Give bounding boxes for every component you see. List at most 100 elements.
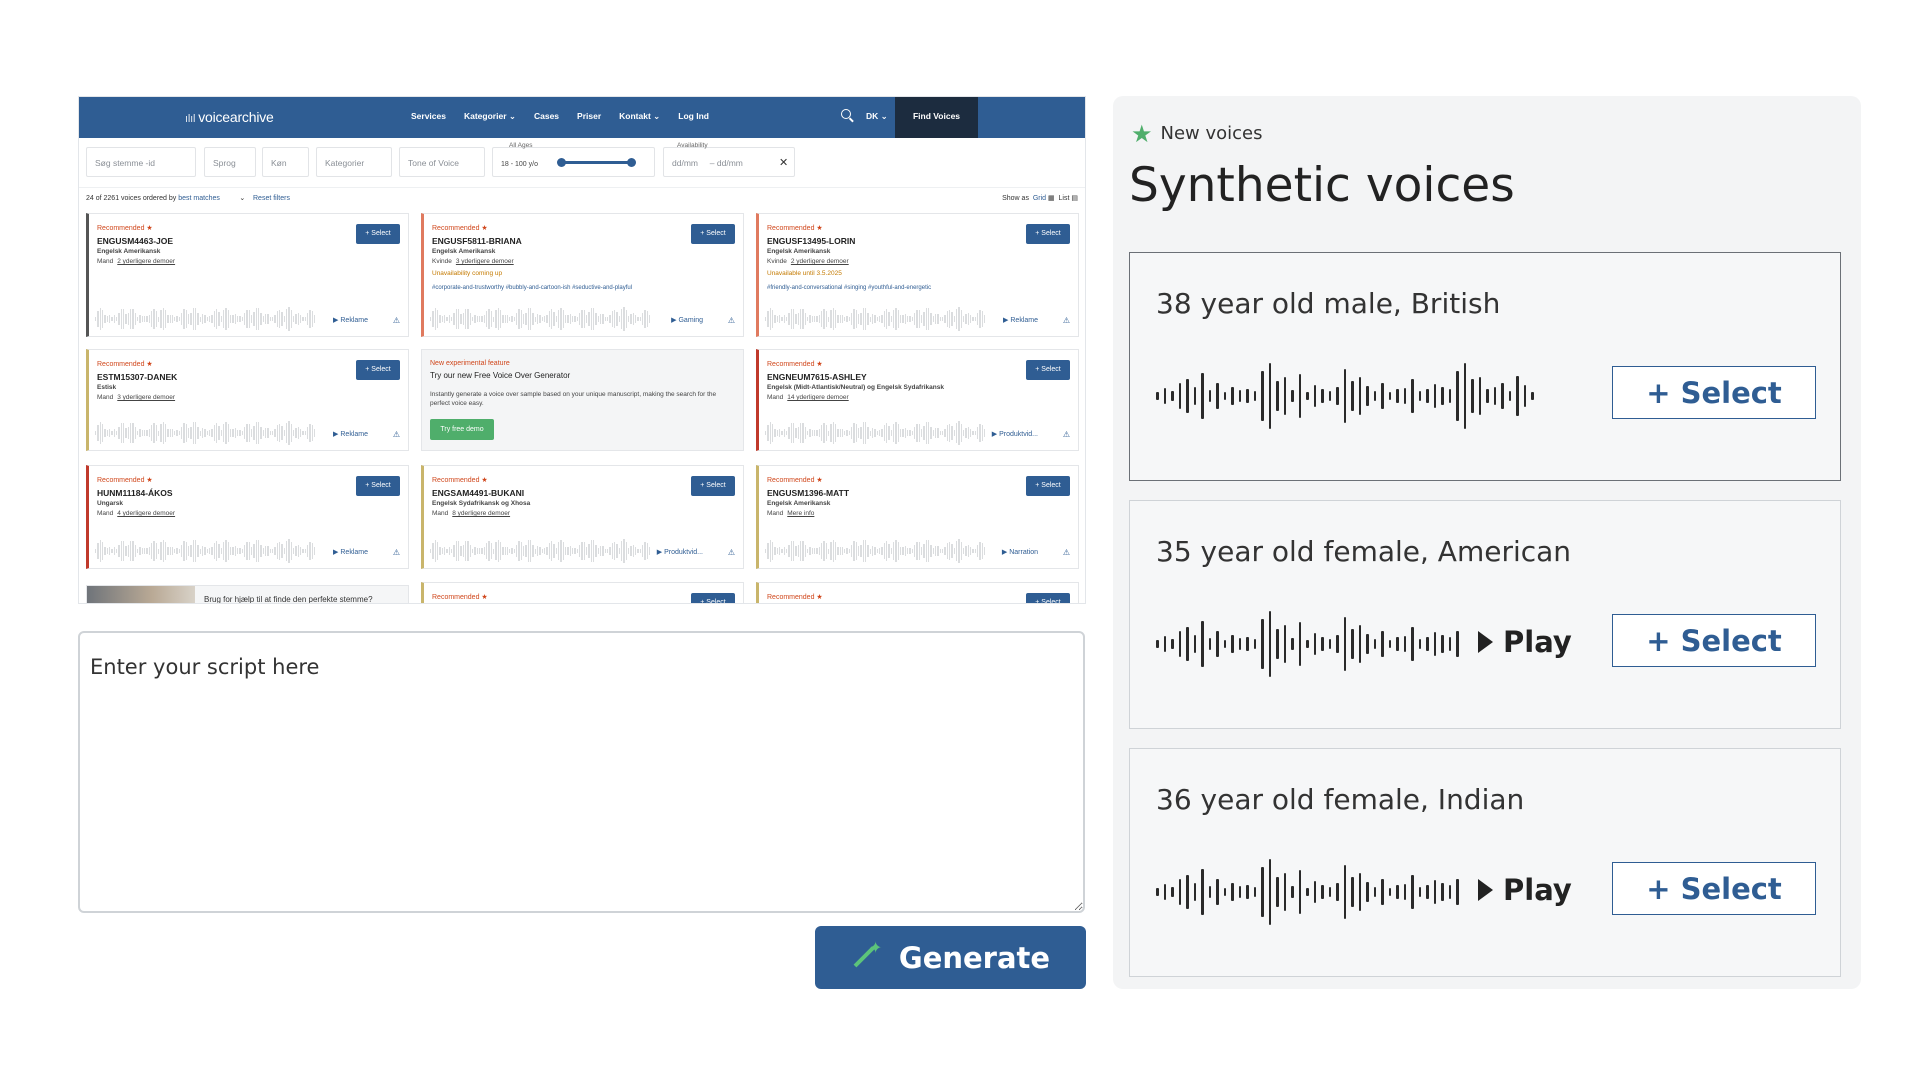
order-select[interactable]: best matches xyxy=(178,195,220,202)
gender-filter[interactable]: Køn xyxy=(262,147,309,177)
voice-tags: #corporate-and-trustworthy #bubbly-and-c… xyxy=(432,285,633,291)
select-button[interactable]: + Select xyxy=(691,593,735,603)
voice-card[interactable]: Recommended ENGUSM4463-JOE Engelsk Amerika… xyxy=(86,213,409,337)
select-button[interactable]: + Select xyxy=(1612,366,1816,419)
select-button[interactable]: + Select xyxy=(356,476,400,496)
voice-description: 38 year old male, British xyxy=(1156,287,1501,320)
play-category-button[interactable]: Produktvid... xyxy=(992,430,1038,438)
clear-filters-icon[interactable]: ✕ xyxy=(779,156,788,169)
date-from[interactable]: dd/mm xyxy=(672,158,698,168)
category-filter[interactable]: Kategorier xyxy=(316,147,392,177)
date-to[interactable]: – dd/mm xyxy=(710,158,743,168)
play-button[interactable]: Play xyxy=(1478,873,1572,907)
select-button[interactable]: + Select xyxy=(356,224,400,244)
play-category-button[interactable]: Gaming xyxy=(671,316,703,324)
more-demos-link[interactable]: 3 yderligere demoer xyxy=(117,394,175,401)
more-demos-link[interactable]: 3 yderligere demoer xyxy=(456,258,514,265)
recommended-label: Recommended xyxy=(767,360,823,368)
nav-kategorier[interactable]: Kategorier ⌄ xyxy=(464,111,516,122)
generate-label: Generate xyxy=(898,940,1051,975)
script-input[interactable] xyxy=(78,631,1085,913)
recommended-label: Recommended xyxy=(97,224,153,232)
search-id-input[interactable]: Søg stemme -id xyxy=(86,147,196,177)
voice-card[interactable]: Recommended + Select xyxy=(756,582,1079,603)
more-demos-link[interactable]: 4 yderligere demoer xyxy=(117,510,175,517)
voice-language: Engelsk Amerikansk xyxy=(767,248,831,255)
warning-icon: ⚠ xyxy=(1062,548,1070,557)
language-selector[interactable]: DK ⌄ xyxy=(866,111,888,122)
select-button[interactable]: + Select xyxy=(691,224,735,244)
recommended-label: Recommended xyxy=(767,476,823,484)
voice-card[interactable]: Recommended ESTM15307-DANEK Estisk Mand3 yd… xyxy=(86,349,409,451)
voice-card[interactable]: Recommended ENGUSF13495-LORIN Engelsk Amer… xyxy=(756,213,1079,337)
show-as-label: Show as xyxy=(1002,195,1029,202)
help-card[interactable]: Brug for hjælp til at finde den perfekte… xyxy=(86,585,409,604)
waveform-icon xyxy=(1156,857,1459,927)
availability-filter[interactable]: dd/mm – dd/mm xyxy=(663,147,795,177)
tone-filter[interactable]: Tone of Voice xyxy=(399,147,485,177)
availability-note: Unavailable until 3.5.2025 xyxy=(767,270,842,277)
gender-text: Mand xyxy=(97,258,114,265)
voice-language: Engelsk Amerikansk xyxy=(432,248,496,255)
voice-card[interactable]: Recommended + Select xyxy=(421,582,744,603)
warning-icon: ⚠ xyxy=(392,316,400,325)
find-voices-button[interactable]: Find Voices xyxy=(895,97,978,138)
list-view-toggle[interactable]: List xyxy=(1059,195,1070,202)
voice-card[interactable]: Recommended ENGSAM4491-BUKANI Engelsk Syda… xyxy=(421,465,744,569)
age-slider[interactable] xyxy=(557,158,636,167)
voice-id: ENGUSF13495-LORIN xyxy=(767,236,856,246)
voice-card[interactable]: Recommended HUNM11184-ÁKOS Ungarsk Mand4 yd… xyxy=(86,465,409,569)
generate-button[interactable]: Generate xyxy=(815,926,1086,989)
warning-icon: ⚠ xyxy=(1062,430,1070,439)
nav-cases[interactable]: Cases xyxy=(534,111,559,122)
voice-gender: Mand 2 yderligere demoer xyxy=(97,258,175,265)
play-button[interactable]: Play xyxy=(1478,625,1572,659)
nav-log-ind[interactable]: Log Ind xyxy=(678,111,709,122)
play-category-button[interactable]: Narration xyxy=(1002,548,1038,556)
language-filter[interactable]: Sprog xyxy=(204,147,256,177)
more-demos-link[interactable]: 14 yderligere demoer xyxy=(787,394,848,401)
select-button[interactable]: + Select xyxy=(1026,224,1070,244)
more-demos-link[interactable]: 8 yderligere demoer xyxy=(452,510,510,517)
voice-id: ENGSAM4491-BUKANI xyxy=(432,488,525,498)
voicearchive-screenshot: ılıl voicearchive Services Kategorier ⌄ C… xyxy=(78,96,1086,604)
voice-description: 35 year old female, American xyxy=(1156,535,1572,568)
voice-card[interactable]: Recommended ENGUSF5811-BRIANA Engelsk Amer… xyxy=(421,213,744,337)
play-category-button[interactable]: Reklame xyxy=(333,430,368,438)
warning-icon: ⚠ xyxy=(727,316,735,325)
voice-card[interactable]: Recommended ENGUSM1396-MATT Engelsk Amerik… xyxy=(756,465,1079,569)
more-demos-link[interactable]: 2 yderligere demoer xyxy=(791,258,849,265)
voice-id: ENGUSM4463-JOE xyxy=(97,236,174,246)
synthetic-voice-card[interactable]: 38 year old male, British + Select xyxy=(1129,252,1841,481)
synthetic-voice-card[interactable]: 36 year old female, Indian Play + Select xyxy=(1129,748,1841,977)
voice-gender: Mand 14 yderligere demoer xyxy=(767,394,849,401)
grid-view-toggle[interactable]: Grid xyxy=(1033,195,1046,202)
search-icon[interactable] xyxy=(841,109,851,119)
select-button[interactable]: + Select xyxy=(1612,614,1816,667)
help-text: Brug for hjælp til at finde den perfekte… xyxy=(204,595,373,604)
site-logo[interactable]: ılıl voicearchive xyxy=(185,109,274,125)
select-button[interactable]: + Select xyxy=(356,360,400,380)
age-range-text: 18 - 100 y/o xyxy=(501,161,538,168)
select-button[interactable]: + Select xyxy=(1026,476,1070,496)
play-category-button[interactable]: Reklame xyxy=(1003,316,1038,324)
play-category-button[interactable]: Reklame xyxy=(333,316,368,324)
synthetic-voice-card[interactable]: 35 year old female, American Play + Select xyxy=(1129,500,1841,729)
select-button[interactable]: + Select xyxy=(1612,862,1816,915)
recommended-label: Recommended xyxy=(97,476,153,484)
reset-filters-link[interactable]: Reset filters xyxy=(253,195,290,202)
select-button[interactable]: + Select xyxy=(1026,593,1070,603)
play-category-button[interactable]: Reklame xyxy=(333,548,368,556)
voice-language: Engelsk Amerikansk xyxy=(97,248,161,255)
more-demos-link[interactable]: 2 yderligere demoer xyxy=(117,258,175,265)
play-category-button[interactable]: Produktvid... xyxy=(657,548,703,556)
nav-priser[interactable]: Priser xyxy=(577,111,601,122)
waveform-icon xyxy=(765,538,986,564)
nav-kontakt[interactable]: Kontakt ⌄ xyxy=(619,111,660,122)
select-button[interactable]: + Select xyxy=(691,476,735,496)
voice-card[interactable]: Recommended ENGNEUM7615-ASHLEY Engelsk (Mi… xyxy=(756,349,1079,451)
nav-services[interactable]: Services xyxy=(411,111,446,122)
select-button[interactable]: + Select xyxy=(1026,360,1070,380)
try-free-demo-button[interactable]: Try free demo xyxy=(430,419,494,440)
more-demos-link[interactable]: Mere info xyxy=(787,510,814,517)
